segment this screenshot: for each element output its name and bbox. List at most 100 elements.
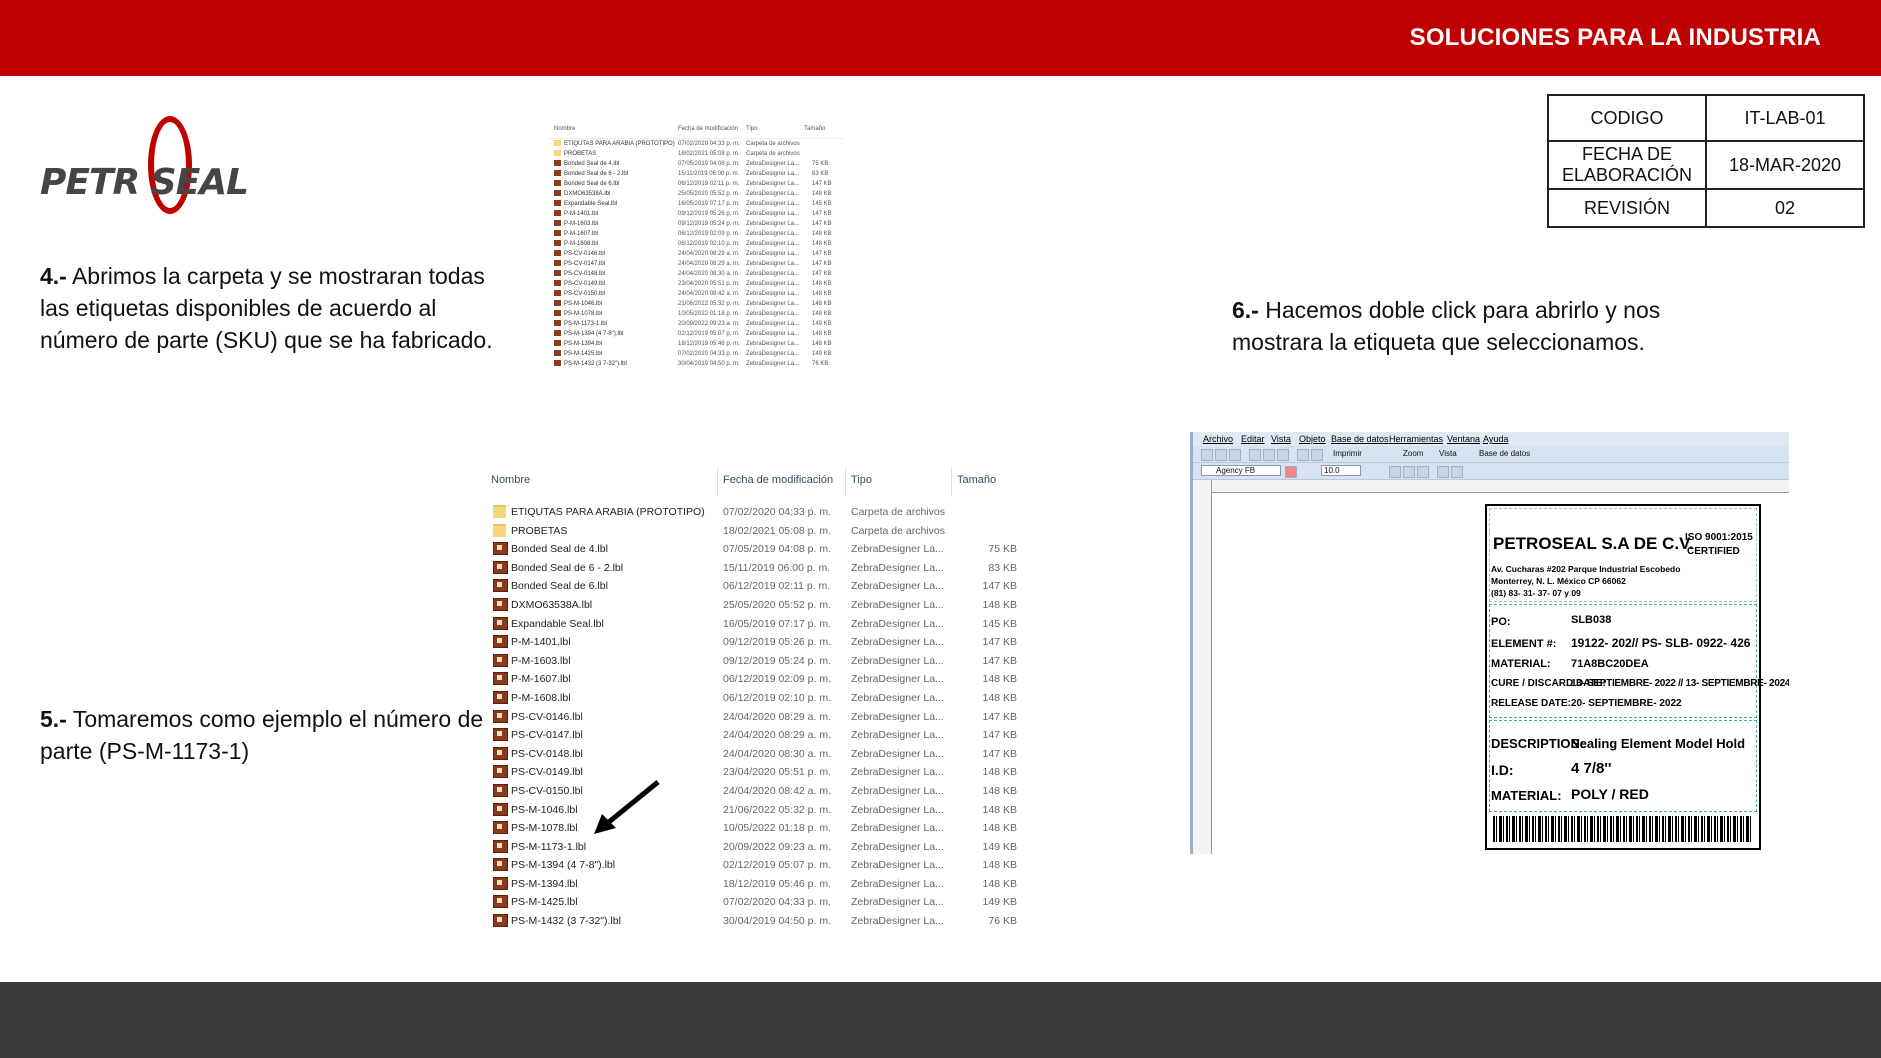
- file-type: ZebraDesigner La...: [851, 710, 944, 723]
- file-type: ZebraDesigner La...: [851, 915, 944, 928]
- label-file-icon: [493, 914, 508, 928]
- table-row[interactable]: P-M-1608.lbl 06/12/2019 02:10 p. m. ZebraD…: [487, 688, 1025, 707]
- table-row[interactable]: ETIQUTAS PARA ARABIA (PROTOTIPO) 07/02/20…: [487, 502, 1025, 521]
- list-item[interactable]: PS-CV-0146.lbl 24/04/2020 08:29 a. m. Zebr…: [548, 249, 844, 259]
- align-bottom-icon[interactable]: [1451, 466, 1463, 478]
- list-item[interactable]: PS-M-1173-1.lbl 20/09/2022 09:23 a. m. Zeb…: [548, 319, 844, 329]
- col-size[interactable]: Tamaño: [957, 474, 996, 486]
- list-item[interactable]: Bonded Seal de 6.lbl 06/12/2019 02:11 p. …: [548, 179, 844, 189]
- copy-icon[interactable]: [1263, 449, 1275, 461]
- list-item[interactable]: ETIQUTAS PARA ARABIA (PROTOTIPO) 07/02/20…: [548, 139, 844, 149]
- file-date: 09/12/2019 05:24 p. m.: [678, 221, 740, 227]
- list-item[interactable]: PS-M-1432 (3 7-32").lbl 30/04/2019 04:50 …: [548, 359, 844, 369]
- list-item[interactable]: PS-M-1394.lbl 18/12/2019 05:46 p. m. Zebra…: [548, 339, 844, 349]
- table-row[interactable]: PS-M-1394.lbl 18/12/2019 05:46 p. m. Zebra…: [487, 874, 1025, 893]
- table-row[interactable]: PS-CV-0147.lbl 24/04/2020 08:29 a. m. Zebr…: [487, 725, 1025, 744]
- table-row[interactable]: Bonded Seal de 4.lbl 07/05/2019 04:08 p. …: [487, 539, 1025, 558]
- table-row[interactable]: PS-CV-0150.lbl 24/04/2020 08:42 a. m. Zebr…: [487, 781, 1025, 800]
- align-right-icon[interactable]: [1417, 466, 1429, 478]
- file-name: PS-M-1394 (4 7-8").lbl: [511, 859, 616, 872]
- open-icon[interactable]: [1215, 449, 1227, 461]
- file-size: 147 KB: [982, 710, 1017, 723]
- list-item[interactable]: P-M-1607.lbl 06/12/2019 02:09 p. m. ZebraD…: [548, 229, 844, 239]
- table-row[interactable]: PS-CV-0146.lbl 24/04/2020 08:29 a. m. Zebr…: [487, 707, 1025, 726]
- table-row[interactable]: PS-CV-0149.lbl 23/04/2020 05:51 p. m. Zebr…: [487, 762, 1025, 781]
- file-name: P-M-1401.lbl: [564, 211, 599, 217]
- file-size: 76 KB: [812, 361, 829, 367]
- table-row[interactable]: PS-M-1173-1.lbl 20/09/2022 09:23 a. m. Zeb…: [487, 837, 1025, 856]
- list-item[interactable]: PS-M-1394 (4 7-8").lbl 02/12/2019 05:07 p…: [548, 329, 844, 339]
- list-item[interactable]: Bonded Seal de 4.lbl 07/05/2019 04:08 p. …: [548, 159, 844, 169]
- menu-item-archivo[interactable]: Archivo: [1203, 434, 1233, 444]
- bold-icon[interactable]: [1285, 466, 1297, 478]
- table-row[interactable]: P-M-1603.lbl 09/12/2019 05:24 p. m. ZebraD…: [487, 651, 1025, 670]
- header-bar: SOLUCIONES PARA LA INDUSTRIA: [0, 0, 1881, 76]
- table-row[interactable]: PROBETAS 18/02/2021 05:08 p. m. Carpeta de…: [487, 521, 1025, 540]
- cut-icon[interactable]: [1249, 449, 1261, 461]
- label-file-icon: [493, 728, 508, 742]
- list-item[interactable]: P-M-1603.lbl 09/12/2019 05:24 p. m. ZebraD…: [548, 219, 844, 229]
- align-left-icon[interactable]: [1389, 466, 1401, 478]
- print-button[interactable]: Imprimir: [1333, 449, 1362, 458]
- save-icon[interactable]: [1229, 449, 1241, 461]
- font-select[interactable]: Agency FB: [1201, 465, 1281, 476]
- list-item[interactable]: PS-CV-0147.lbl 24/04/2020 08:29 a. m. Zebr…: [548, 259, 844, 269]
- label-desc-value: Sealing Element Model Hold: [1571, 736, 1746, 751]
- list-item[interactable]: PS-M-1078.lbl 10/05/2022 01:18 p. m. Zebra…: [548, 309, 844, 319]
- table-row[interactable]: DXMO63538A.lbl 25/05/2020 05:52 p. m. Zebr…: [487, 595, 1025, 614]
- table-row[interactable]: Bonded Seal de 6.lbl 06/12/2019 02:11 p. …: [487, 576, 1025, 595]
- label-file-icon: [493, 895, 508, 909]
- menu-item-editar[interactable]: Editar: [1241, 434, 1265, 444]
- table-row[interactable]: Bonded Seal de 6 - 2.lbl 15/11/2019 06:00…: [487, 558, 1025, 577]
- menu-item-ventana[interactable]: Ventana: [1447, 434, 1480, 444]
- table-row[interactable]: PS-M-1432 (3 7-32").lbl 30/04/2019 04:50 …: [487, 911, 1025, 930]
- file-type: ZebraDesigner La...: [851, 636, 944, 649]
- table-row[interactable]: PS-M-1078.lbl 10/05/2022 01:18 p. m. Zebra…: [487, 818, 1025, 837]
- menu-item-vista[interactable]: Vista: [1271, 434, 1291, 444]
- list-item[interactable]: DXMO63538A.lbl 25/05/2020 05:52 p. m. Zebr…: [548, 189, 844, 199]
- list-item[interactable]: PS-M-1425.lbl 07/02/2020 04:33 p. m. Zebra…: [548, 349, 844, 359]
- list-item[interactable]: PROBETAS 18/02/2021 05:08 p. m. Carpeta de…: [548, 149, 844, 159]
- view-button[interactable]: Vista: [1439, 449, 1457, 458]
- undo-icon[interactable]: [1297, 449, 1309, 461]
- font-size-select[interactable]: 10.0: [1321, 465, 1361, 476]
- menu-item-objeto[interactable]: Objeto: [1299, 434, 1326, 444]
- list-item[interactable]: Expandable Seal.lbl 16/05/2019 07:17 p. m…: [548, 199, 844, 209]
- step-6-text: 6.- Hacemos doble click para abrirlo y n…: [1232, 294, 1702, 358]
- menu-item-herramientas[interactable]: Herramientas: [1389, 434, 1443, 444]
- table-row[interactable]: PS-M-1394 (4 7-8").lbl 02/12/2019 05:07 p…: [487, 855, 1025, 874]
- label-file-icon: [493, 839, 508, 853]
- table-row[interactable]: PS-CV-0148.lbl 24/04/2020 08:30 a. m. Zebr…: [487, 744, 1025, 763]
- redo-icon[interactable]: [1311, 449, 1323, 461]
- table-row[interactable]: P-M-1607.lbl 06/12/2019 02:09 p. m. ZebraD…: [487, 669, 1025, 688]
- table-row[interactable]: PS-M-1425.lbl 07/02/2020 04:33 p. m. Zebra…: [487, 892, 1025, 911]
- zoom-button[interactable]: Zoom: [1403, 449, 1423, 458]
- menu-item-ayuda[interactable]: Ayuda: [1483, 434, 1508, 444]
- list-item[interactable]: P-M-1608.lbl 06/12/2019 02:10 p. m. ZebraD…: [548, 239, 844, 249]
- file-size: 147 KB: [982, 636, 1017, 649]
- list-item[interactable]: PS-CV-0150.lbl 24/04/2020 08:42 a. m. Zebr…: [548, 289, 844, 299]
- file-type: ZebraDesigner La...: [851, 747, 944, 760]
- menu-item-base-de-datos[interactable]: Base de datos: [1331, 434, 1389, 444]
- paste-icon[interactable]: [1277, 449, 1289, 461]
- new-icon[interactable]: [1201, 449, 1213, 461]
- list-item[interactable]: PS-CV-0148.lbl 24/04/2020 08:30 a. m. Zebr…: [548, 269, 844, 279]
- list-item[interactable]: PS-M-1046.lbl 21/06/2022 05:32 p. m. Zebra…: [548, 299, 844, 309]
- col-name[interactable]: Nombre: [491, 474, 530, 486]
- list-item[interactable]: PS-CV-0149.lbl 23/04/2020 05:51 p. m. Zebr…: [548, 279, 844, 289]
- file-date: 09/12/2019 05:24 p. m.: [723, 654, 831, 667]
- align-top-icon[interactable]: [1437, 466, 1449, 478]
- table-row[interactable]: PS-M-1046.lbl 21/06/2022 05:32 p. m. Zebra…: [487, 800, 1025, 819]
- file-date: 06/12/2019 02:10 p. m.: [723, 691, 831, 704]
- col-type[interactable]: Tipo: [851, 474, 872, 486]
- file-type: ZebraDesigner La...: [746, 331, 800, 337]
- align-center-icon[interactable]: [1403, 466, 1415, 478]
- list-item[interactable]: P-M-1401.lbl 09/12/2019 05:26 p. m. ZebraD…: [548, 209, 844, 219]
- file-date: 02/12/2019 05:07 p. m.: [678, 331, 740, 337]
- col-date[interactable]: Fecha de modificación: [723, 474, 833, 486]
- database-button[interactable]: Base de datos: [1479, 449, 1530, 458]
- file-date: 09/12/2019 05:26 p. m.: [723, 636, 831, 649]
- table-row[interactable]: P-M-1401.lbl 09/12/2019 05:26 p. m. ZebraD…: [487, 632, 1025, 651]
- list-item[interactable]: Bonded Seal de 6 - 2.lbl 15/11/2019 06:00…: [548, 169, 844, 179]
- table-row[interactable]: Expandable Seal.lbl 16/05/2019 07:17 p. m…: [487, 614, 1025, 633]
